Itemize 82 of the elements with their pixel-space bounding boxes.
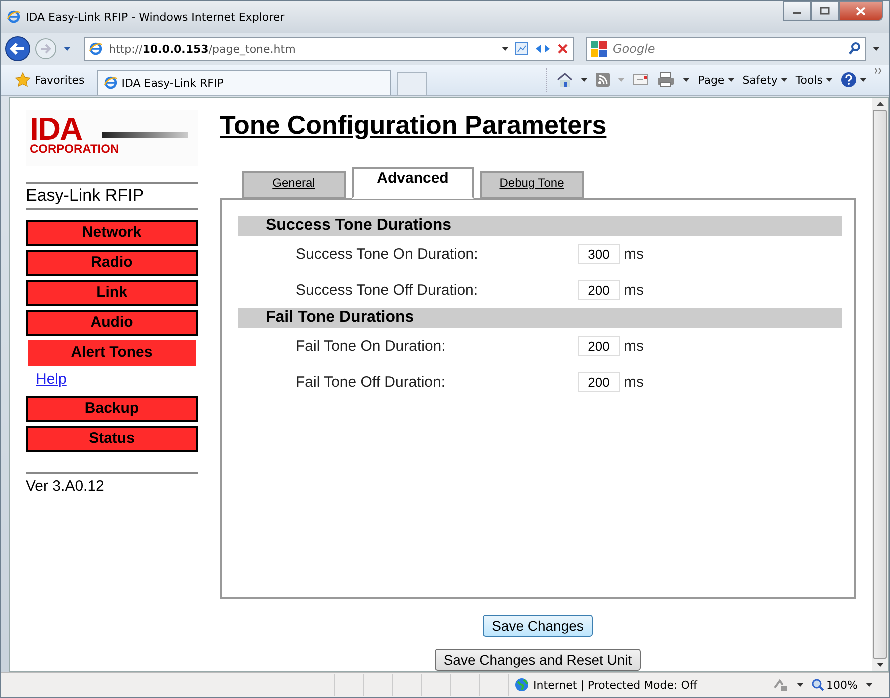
menu-button[interactable]: Page	[698, 74, 735, 86]
unit-label: ms	[624, 374, 644, 390]
unit-label: ms	[624, 282, 644, 298]
input-field[interactable]: 200	[578, 336, 620, 356]
product-name: Easy-Link RFIP	[26, 182, 198, 210]
home-icon[interactable]	[557, 72, 574, 88]
browser-logo-icon	[7, 10, 21, 24]
nav-button[interactable]: Audio	[26, 310, 198, 336]
zoom-icon	[812, 679, 824, 691]
scroll-thumb[interactable]	[873, 110, 887, 659]
field-label: Fail Tone Off Duration:	[296, 374, 447, 390]
close-button[interactable]	[839, 1, 883, 21]
favorites-button[interactable]: Favorites	[7, 72, 91, 88]
menu-button[interactable]: Safety	[742, 74, 788, 86]
url-text: http://10.0.0.153/page_tone.htm	[109, 42, 296, 56]
caret-icon[interactable]	[796, 683, 804, 687]
input-field[interactable]: 200	[578, 280, 620, 300]
stop-icon[interactable]	[557, 43, 569, 55]
tab[interactable]: General	[242, 171, 346, 199]
zone-text: Internet | Protected Mode: Off	[534, 678, 698, 692]
back-icon[interactable]	[5, 36, 31, 62]
help-link[interactable]: Help	[26, 370, 67, 392]
search-provider-icon	[591, 41, 607, 57]
search-icon[interactable]	[849, 42, 861, 56]
nav-button[interactable]: Backup	[26, 396, 198, 422]
print-icon[interactable]	[657, 72, 676, 88]
minimize-button[interactable]	[783, 1, 811, 21]
mail-icon[interactable]	[633, 74, 650, 86]
version-text: Ver 3.A0.12	[26, 472, 198, 495]
browser-tab[interactable]: IDA Easy-Link RFIP	[96, 70, 391, 95]
refresh-icon[interactable]	[535, 43, 551, 55]
caret-icon	[780, 78, 788, 82]
logo-text: IDA	[30, 116, 82, 142]
close-icon	[856, 6, 866, 16]
save-reset-button[interactable]: Save Changes and Reset Unit	[434, 649, 642, 671]
maximize-button[interactable]	[811, 1, 839, 21]
favorites-label: Favorites	[35, 74, 85, 86]
caret-icon	[860, 78, 867, 82]
unit-label: ms	[624, 338, 644, 354]
help-icon	[841, 72, 857, 88]
caret-icon[interactable]	[866, 683, 873, 687]
field-label: Success Tone On Duration:	[296, 246, 480, 262]
maximize-icon	[820, 7, 830, 15]
star-icon	[15, 72, 31, 88]
field-label: Fail Tone On Duration:	[296, 338, 447, 354]
nav-button[interactable]: Alert Tones	[28, 340, 196, 366]
section-heading: Fail Tone Durations	[238, 308, 842, 328]
help-button[interactable]	[841, 72, 867, 88]
address-field[interactable]: http://10.0.0.153/page_tone.htm	[84, 37, 574, 61]
input-field[interactable]: 200	[578, 372, 620, 392]
feed-icon[interactable]	[596, 73, 610, 87]
caret-icon[interactable]	[581, 78, 588, 82]
browser-logo-icon	[104, 76, 118, 90]
tab[interactable]: Advanced	[352, 167, 474, 199]
menu-button[interactable]: Tools	[796, 74, 833, 86]
nav-button[interactable]: Status	[26, 426, 198, 452]
nav-button[interactable]: Link	[26, 280, 198, 306]
scroll-up-icon[interactable]	[876, 102, 884, 106]
caret-icon[interactable]	[683, 78, 690, 82]
caret-icon	[826, 78, 833, 82]
nav-button[interactable]: Radio	[26, 250, 198, 276]
section-heading: Success Tone Durations	[238, 216, 842, 236]
chevron-icon[interactable]	[875, 68, 883, 74]
nav-button[interactable]: Network	[26, 220, 198, 246]
caret-icon[interactable]	[873, 47, 880, 51]
logo-text: CORPORATION	[30, 142, 120, 156]
zoom-button[interactable]: 100%	[812, 678, 858, 692]
caret-icon[interactable]	[502, 47, 509, 51]
scrollbar[interactable]	[872, 98, 888, 671]
tab[interactable]: Debug Tone	[480, 171, 584, 199]
compatibility-icon[interactable]	[515, 42, 529, 56]
page-icon	[89, 42, 103, 56]
save-button[interactable]: Save Changes	[483, 615, 593, 637]
scroll-down-icon[interactable]	[876, 663, 884, 667]
unit-label: ms	[624, 246, 644, 262]
page-title: Tone Configuration Parameters	[220, 110, 608, 141]
globe-icon	[514, 678, 529, 692]
caret-icon	[728, 78, 735, 82]
window-title: IDA Easy-Link RFIP - Windows Internet Explorer	[26, 10, 286, 24]
input-field[interactable]: 300	[578, 244, 620, 264]
field-label: Success Tone Off Duration:	[296, 282, 480, 298]
search-field[interactable]: Google	[586, 37, 866, 61]
